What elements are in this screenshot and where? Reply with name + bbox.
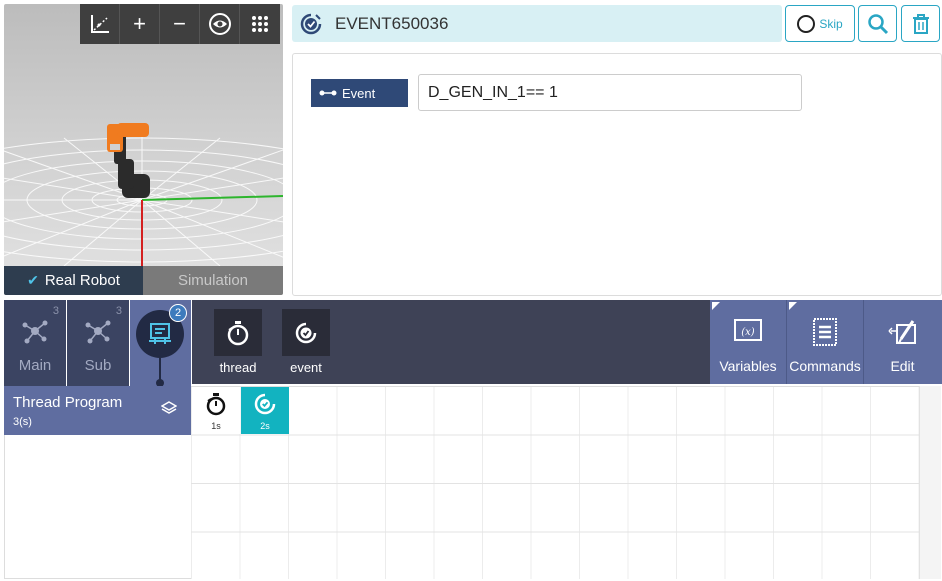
tab-sub[interactable]: 3 Sub: [67, 300, 129, 386]
commands-label: Commands: [789, 358, 861, 374]
trash-icon: [912, 13, 929, 34]
event-icon: [241, 387, 289, 421]
delete-button[interactable]: [901, 5, 940, 42]
layers-icon[interactable]: [161, 400, 177, 416]
tab-main[interactable]: 3 Main: [4, 300, 66, 386]
variables-label: Variables: [719, 358, 777, 374]
timeline-event-block[interactable]: 2s: [241, 387, 289, 434]
corner-marker: [712, 302, 720, 310]
zoom-out-icon[interactable]: −: [160, 4, 200, 44]
tab-thread[interactable]: 2: [130, 300, 191, 387]
editor-actions: (x) Variables Commands Edit: [710, 300, 942, 384]
command-header: EVENT650036: [292, 5, 782, 42]
edit-icon: [864, 317, 941, 347]
event-condition-input[interactable]: D_GEN_IN_1== 1: [418, 74, 802, 111]
thread-time: 1s: [211, 421, 221, 431]
zoom-in-icon[interactable]: +: [120, 4, 160, 44]
thread-program-header[interactable]: Thread Program 3(s): [4, 386, 191, 435]
main-label: Main: [18, 357, 52, 374]
palette-thread-button[interactable]: thread: [214, 309, 262, 381]
eye-icon[interactable]: [200, 4, 240, 44]
timeline-scrollbar[interactable]: [919, 386, 941, 579]
property-panel: Event D_GEN_IN_1== 1: [292, 53, 942, 296]
main-count: 3: [52, 305, 59, 317]
stopwatch-icon: [192, 387, 240, 421]
simulation-label: Simulation: [177, 272, 249, 289]
network-icon: [22, 320, 48, 344]
search-icon: [867, 13, 888, 34]
stopwatch-icon: [214, 309, 262, 356]
timeline-thread-block[interactable]: 1s: [192, 387, 240, 434]
check-icon: ✔: [27, 272, 39, 288]
mode-switch: ✔ Real Robot Simulation: [4, 266, 283, 295]
skip-button[interactable]: Skip: [785, 5, 855, 42]
viewport-toolbar: + −: [80, 4, 280, 44]
event-time: 2s: [260, 421, 270, 431]
commands-icon: [787, 317, 863, 347]
axes-icon[interactable]: [80, 4, 120, 44]
commands-button[interactable]: Commands: [787, 300, 864, 384]
event-icon: [282, 309, 330, 356]
skip-toggle-icon: [797, 14, 816, 33]
thread-count-badge: 2: [169, 304, 187, 322]
grid-icon[interactable]: [240, 4, 280, 44]
event-property-label: Event: [311, 79, 408, 107]
palette-thread-label: thread: [219, 360, 257, 375]
variables-icon: (x): [710, 317, 786, 343]
command-palette: thread event: [192, 300, 710, 384]
event-label-text: Event: [342, 85, 376, 101]
variables-button[interactable]: (x) Variables: [710, 300, 787, 384]
sub-count: 3: [115, 305, 122, 317]
timeline-grid[interactable]: [191, 386, 919, 579]
svg-text:(x): (x): [741, 327, 755, 338]
edit-label: Edit: [890, 358, 915, 374]
real-robot-label: Real Robot: [44, 272, 120, 289]
real-robot-tab[interactable]: ✔ Real Robot: [4, 266, 143, 295]
skip-label: Skip: [819, 16, 843, 31]
search-button[interactable]: [858, 5, 897, 42]
simulation-tab[interactable]: Simulation: [143, 266, 283, 295]
event-icon: [292, 5, 329, 42]
robot-scene: [4, 123, 283, 267]
program-tree-area: [4, 435, 191, 579]
network-icon: [85, 320, 111, 344]
connector-icon: [319, 90, 337, 96]
sub-label: Sub: [84, 357, 112, 374]
palette-event-label: event: [290, 360, 322, 375]
program-duration: 3(s): [13, 416, 32, 428]
edit-button[interactable]: Edit: [864, 300, 941, 384]
command-title[interactable]: EVENT650036: [335, 14, 448, 34]
program-title: Thread Program: [13, 394, 123, 411]
robot-3d-viewport[interactable]: + − ✔ Real Robot Simulation: [4, 4, 283, 295]
corner-marker: [789, 302, 797, 310]
palette-event-button[interactable]: event: [282, 309, 330, 381]
